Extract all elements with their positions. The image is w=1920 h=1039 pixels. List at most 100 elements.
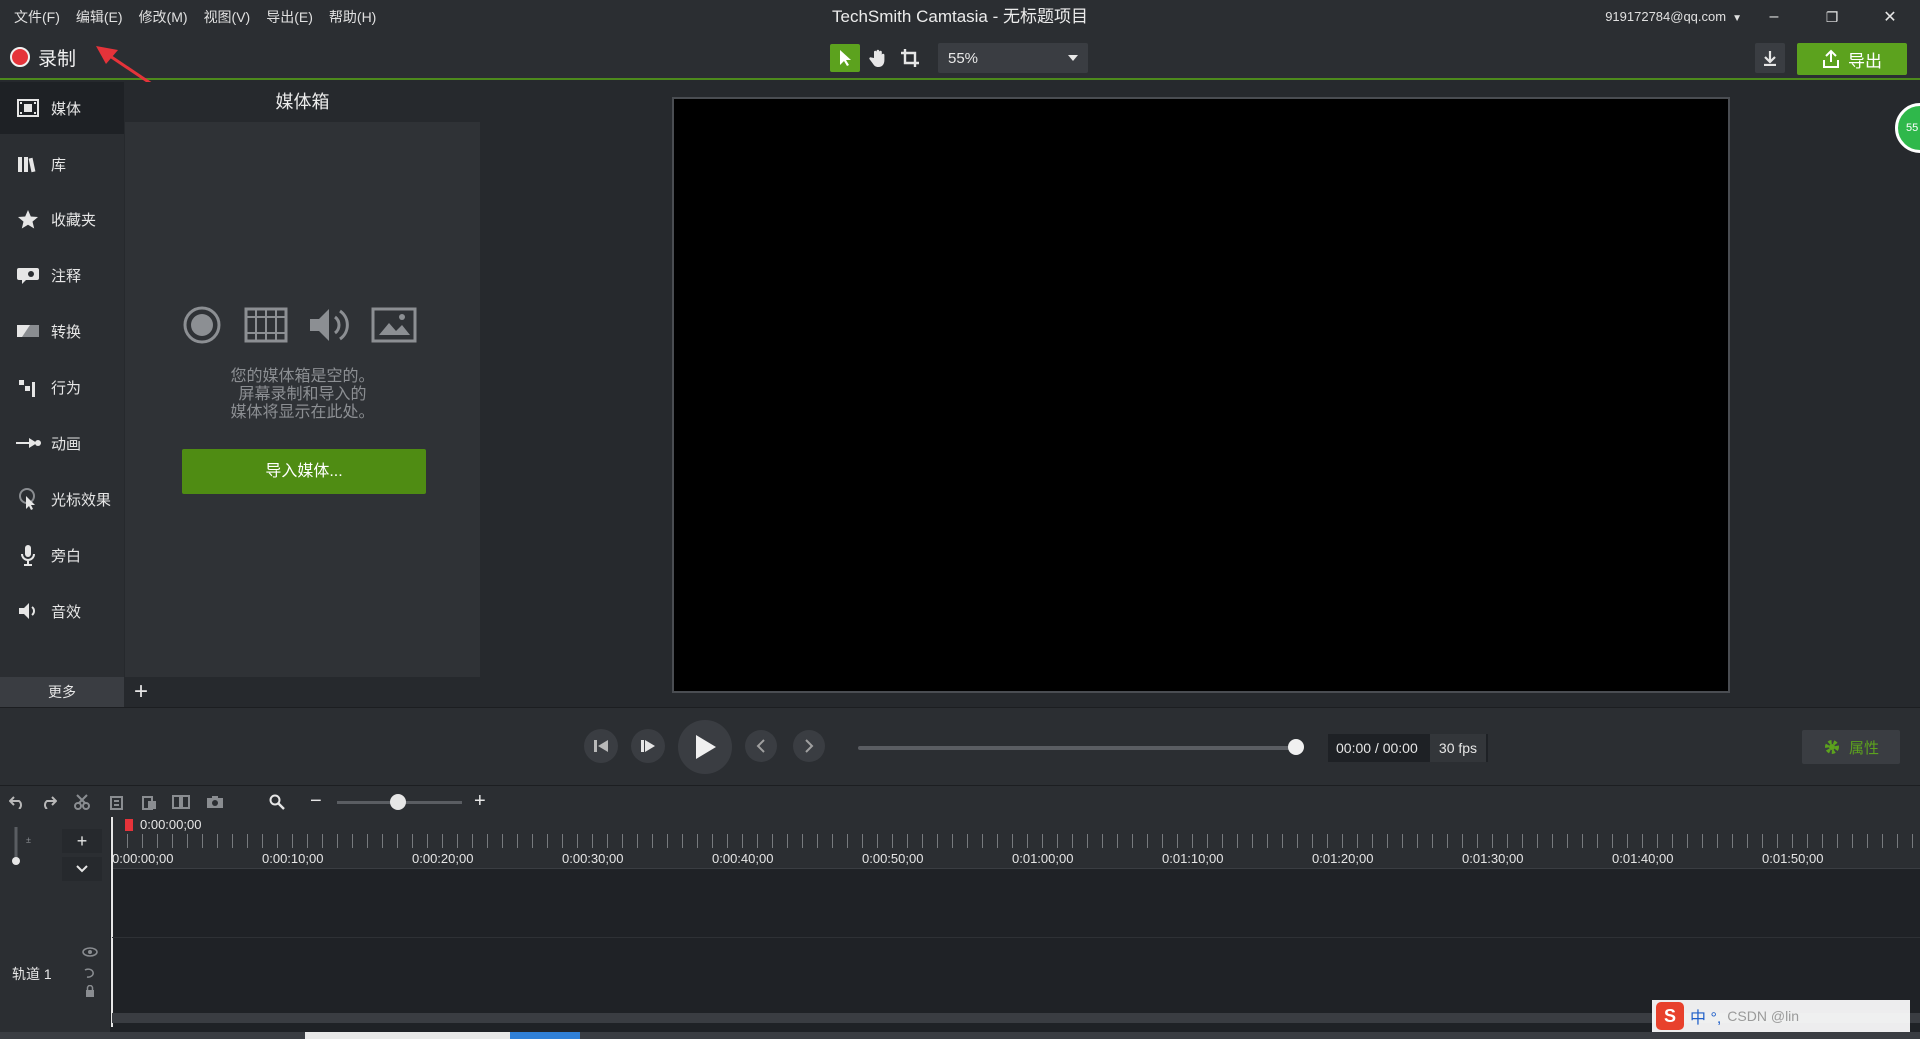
loop-icon[interactable] (82, 965, 98, 979)
next-marker-button[interactable] (793, 730, 825, 762)
tick-label: 0:00:00;00 (112, 851, 174, 866)
playhead-line[interactable] (111, 817, 113, 1027)
record-label: 录制 (38, 48, 77, 70)
camtasia-window: 文件(F) 编辑(E) 修改(M) 视图(V) 导出(E) 帮助(H) Tech… (0, 0, 1920, 1039)
track-name[interactable]: 轨道 1 (12, 964, 52, 984)
copy-button[interactable] (105, 792, 127, 812)
zoom-in-button[interactable]: + (474, 790, 486, 813)
hand-icon (869, 49, 885, 67)
minimize-button[interactable]: – (1746, 0, 1802, 34)
menu-file[interactable]: 文件(F) (6, 7, 68, 27)
menu-help[interactable]: 帮助(H) (321, 7, 384, 27)
record-icon (10, 47, 30, 67)
tick-label: 0:00:10;00 (262, 851, 324, 866)
restore-button[interactable]: ❐ (1804, 0, 1860, 34)
sidebar-item-favorites[interactable]: 收藏夹 (0, 193, 124, 245)
ime-toolbar[interactable]: S 中 °, CSDN @lin (1652, 1000, 1910, 1032)
share-export-icon (1823, 49, 1839, 68)
lock-icon[interactable] (82, 984, 98, 998)
sidebar-item-transitions[interactable]: 转换 (0, 305, 124, 357)
sidebar-item-label: 转换 (51, 323, 82, 341)
play-icon (696, 735, 716, 759)
collapse-tracks-button[interactable] (62, 857, 102, 881)
sidebar-item-label: 旁白 (51, 547, 82, 565)
empty-line-1: 您的媒体箱是空的。 (230, 368, 375, 385)
zoom-out-button[interactable]: − (310, 790, 322, 813)
search-icon (269, 794, 285, 810)
filmstrip-icon (12, 96, 44, 120)
empty-bin-message: 您的媒体箱是空的。 屏幕录制和导入的 媒体将显示在此处。 (125, 368, 480, 422)
menu-edit[interactable]: 编辑(E) (68, 7, 131, 27)
eye-icon[interactable] (82, 945, 98, 959)
menu-export[interactable]: 导出(E) (258, 7, 321, 27)
step-forward-icon (641, 740, 655, 752)
more-button[interactable]: 更多 (0, 677, 124, 707)
step-forward-button[interactable] (631, 729, 665, 763)
main-toolbar: 录制 55% 导出 (0, 34, 1920, 132)
step-back-button[interactable] (584, 729, 618, 763)
paste-icon (142, 796, 156, 810)
properties-label: 属性 (1848, 739, 1879, 757)
timeline-zoom-handle[interactable] (390, 794, 406, 810)
behavior-icon (12, 375, 44, 399)
menu-bar: 文件(F) 编辑(E) 修改(M) 视图(V) 导出(E) 帮助(H) (0, 0, 384, 34)
tools-sidebar: 媒体 库 收藏夹 注释 转换 行为 动画 光标效果 旁白 音效 (0, 82, 124, 677)
properties-button[interactable]: 属性 (1802, 730, 1900, 764)
track-header-column: ± + 轨道 1 (0, 817, 110, 1039)
sidebar-item-cursor-effects[interactable]: 光标效果 (0, 473, 124, 525)
zoom-search-button[interactable] (266, 792, 288, 812)
tick-label: 0:00:20;00 (412, 851, 474, 866)
canvas-area (482, 82, 1920, 707)
import-media-button[interactable]: 导入媒体... (182, 449, 426, 494)
gear-icon (1824, 740, 1839, 754)
scrub-bar[interactable] (858, 746, 1298, 750)
sidebar-item-label: 注释 (51, 267, 82, 285)
sidebar-item-label: 行为 (51, 379, 82, 397)
record-button[interactable]: 录制 (10, 43, 76, 71)
playhead-handle[interactable] (125, 819, 133, 831)
sidebar-item-library[interactable]: 库 (0, 138, 124, 190)
snapshot-button[interactable] (204, 792, 226, 812)
tick-label: 0:01:30;00 (1462, 851, 1524, 866)
sidebar-item-label: 光标效果 (51, 491, 112, 509)
preview-canvas[interactable] (672, 97, 1730, 693)
redo-button[interactable] (38, 792, 60, 812)
pan-tool[interactable] (863, 44, 893, 72)
timeline-horizontal-scrollbar[interactable] (112, 1013, 1920, 1023)
sidebar-item-annotations[interactable]: 注释 (0, 249, 124, 301)
ime-mode[interactable]: 中 °, (1690, 1004, 1721, 1028)
menu-modify[interactable]: 修改(M) (131, 7, 196, 27)
crop-tool[interactable] (895, 44, 925, 72)
ruler-ticks (112, 834, 1920, 848)
close-button[interactable]: ✕ (1862, 0, 1918, 34)
play-button[interactable] (678, 720, 732, 774)
sidebar-item-animations[interactable]: 动画 (0, 417, 124, 469)
chevron-left-icon (756, 739, 765, 753)
svg-text:±: ± (26, 835, 31, 845)
timeline: ± + 轨道 1 0:00:00;00 0:00:00;00 0:00:10;0… (0, 817, 1920, 1039)
download-button[interactable] (1755, 43, 1785, 73)
zoom-dropdown[interactable]: 55% (938, 43, 1088, 73)
menu-view[interactable]: 视图(V) (196, 7, 259, 27)
undo-button[interactable] (6, 792, 28, 812)
previous-marker-button[interactable] (745, 730, 777, 762)
paste-button[interactable] (138, 792, 160, 812)
sidebar-item-audio-effects[interactable]: 音效 (0, 585, 124, 637)
tick-label: 0:00:50;00 (862, 851, 924, 866)
fps-display[interactable]: 30 fps (1430, 734, 1486, 762)
select-tool[interactable] (830, 44, 860, 72)
scrub-handle[interactable] (1288, 739, 1304, 755)
export-button[interactable]: 导出 (1797, 43, 1907, 75)
sidebar-item-behaviors[interactable]: 行为 (0, 361, 124, 413)
sidebar-item-voice-narration[interactable]: 旁白 (0, 529, 124, 581)
add-track-button[interactable]: + (62, 829, 102, 853)
cut-button[interactable] (71, 792, 93, 812)
add-tool-button[interactable]: + (126, 677, 156, 707)
track-height-slider-icon[interactable]: ± (10, 823, 34, 867)
speaker-icon (12, 599, 44, 623)
tick-label: 0:00:40;00 (712, 851, 774, 866)
sogou-logo-icon: S (1656, 1002, 1684, 1030)
sidebar-item-media[interactable]: 媒体 (0, 82, 124, 134)
account-menu[interactable]: 919172784@qq.com ▼ (1605, 0, 1742, 34)
split-button[interactable] (170, 792, 192, 812)
